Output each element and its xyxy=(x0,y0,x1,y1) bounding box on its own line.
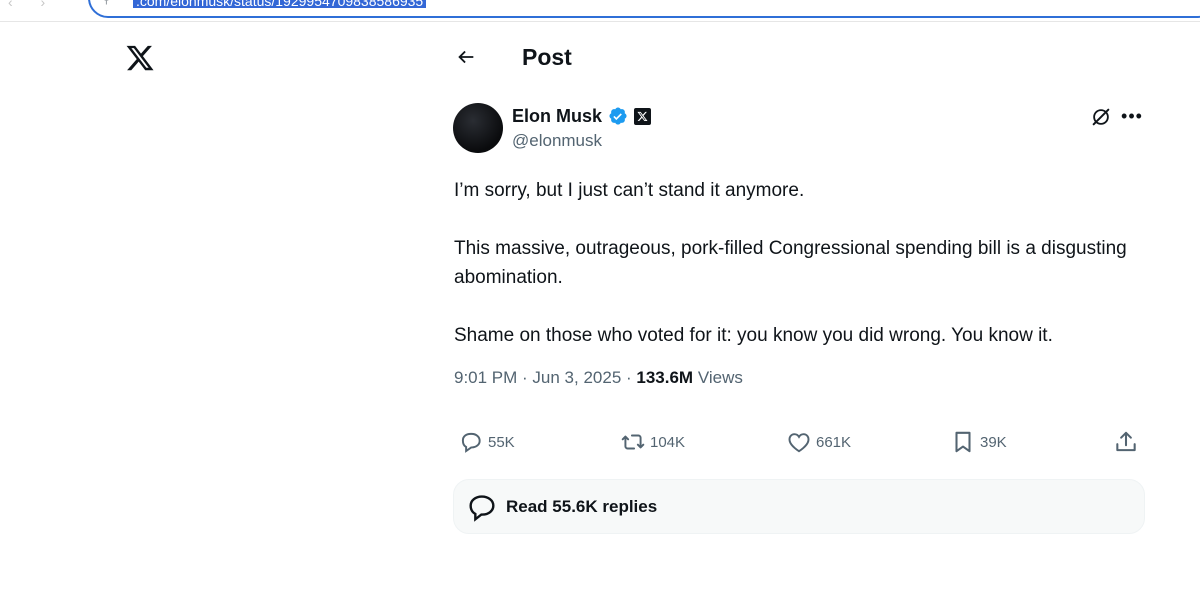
reply-count: 55K xyxy=(488,433,515,451)
action-bar: 55K 104K 661K 39K xyxy=(454,424,1144,460)
tweet-paragraph: This massive, outrageous, pork-filled Co… xyxy=(454,238,1127,288)
verified-badge-icon[interactable] xyxy=(608,106,628,126)
tweet-meta: 9:01 PM · Jun 3, 2025 · 133.6M Views xyxy=(454,368,743,388)
tweet-paragraph: I’m sorry, but I just can’t stand it any… xyxy=(454,180,805,201)
share-icon xyxy=(1116,431,1136,452)
tweet-timestamp[interactable]: 9:01 PM · Jun 3, 2025 xyxy=(454,368,621,387)
more-icon[interactable]: ••• xyxy=(1120,105,1144,127)
browser-nav-arrows[interactable]: ‹ › xyxy=(8,0,57,10)
x-affiliate-icon[interactable] xyxy=(634,108,651,125)
like-button[interactable]: 661K xyxy=(786,424,851,460)
tweet-text: I’m sorry, but I just can’t stand it any… xyxy=(454,176,1154,379)
site-info-icon[interactable]: ⚲ xyxy=(102,0,111,6)
reply-button[interactable]: 55K xyxy=(458,424,515,460)
address-bar-url[interactable]: .com/elonmusk/status/1929954709838586935 xyxy=(133,0,427,8)
like-icon xyxy=(788,433,810,453)
repost-count: 104K xyxy=(650,433,686,451)
share-button[interactable] xyxy=(1113,424,1143,460)
like-count: 661K xyxy=(816,433,852,451)
avatar[interactable] xyxy=(453,103,503,153)
x-logo-icon[interactable] xyxy=(124,43,156,73)
browser-toolbar: ‹ › ⚲ .com/elonmusk/status/1929954709838… xyxy=(0,0,1200,22)
back-arrow-icon[interactable] xyxy=(455,46,477,68)
author-name[interactable]: Elon Musk xyxy=(512,106,602,127)
read-replies-icon xyxy=(469,494,495,522)
read-replies-label: Read 55.6K replies xyxy=(506,496,658,516)
reply-icon xyxy=(461,432,481,453)
repost-icon xyxy=(621,434,645,450)
bookmark-button[interactable]: 39K xyxy=(950,424,1007,460)
meta-separator: · xyxy=(621,368,637,387)
author-handle[interactable]: @elonmusk xyxy=(512,131,602,151)
bookmark-icon xyxy=(955,431,971,453)
views-label: Views xyxy=(697,368,743,387)
tweet-paragraph: Shame on those who voted for it: you kno… xyxy=(454,325,1053,346)
bookmark-count: 39K xyxy=(980,433,1007,451)
grok-icon[interactable] xyxy=(1090,106,1112,128)
page-title: Post xyxy=(522,44,572,70)
read-replies-button[interactable]: Read 55.6K replies xyxy=(453,479,1145,534)
repost-button[interactable]: 104K xyxy=(620,424,685,460)
views-count[interactable]: 133.6M xyxy=(636,368,693,387)
